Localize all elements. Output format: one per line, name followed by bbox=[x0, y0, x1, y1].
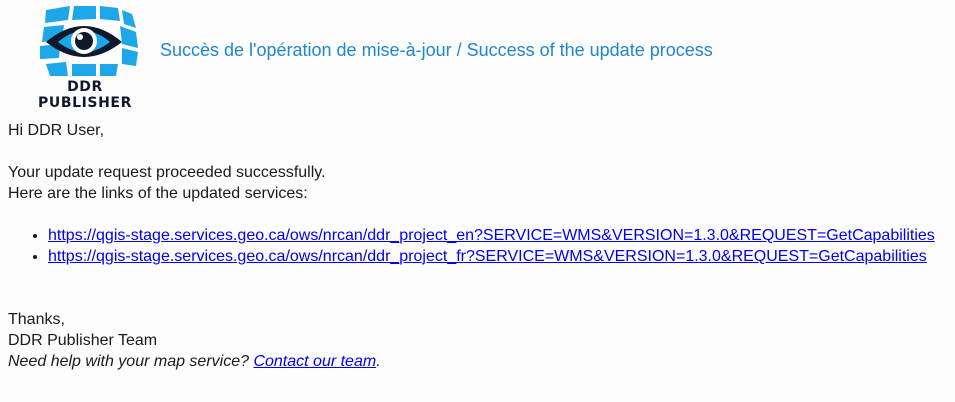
service-link-en[interactable]: https://qgis-stage.services.geo.ca/ows/n… bbox=[48, 227, 935, 244]
contact-team-link[interactable]: Contact our team bbox=[253, 353, 376, 370]
greeting: Hi DDR User, bbox=[8, 122, 105, 139]
help-line: Need help with your map service? Contact… bbox=[8, 351, 935, 372]
success-message: Your update request proceeded successful… bbox=[8, 164, 326, 181]
list-item: https://qgis-stage.services.geo.ca/ows/n… bbox=[48, 225, 935, 246]
links-intro: Here are the links of the updated servic… bbox=[8, 185, 308, 202]
page-title: Succès de l'opération de mise-à-jour / S… bbox=[160, 40, 713, 60]
service-link-fr[interactable]: https://qgis-stage.services.geo.ca/ows/n… bbox=[48, 248, 927, 265]
help-suffix: . bbox=[376, 353, 381, 370]
logo-wordmark: DDR PUBLISHER bbox=[38, 79, 132, 111]
help-prefix: Need help with your map service? bbox=[8, 353, 254, 370]
sign-off: Thanks, bbox=[8, 311, 65, 328]
email-body: Hi DDR User, Your update request proceed… bbox=[8, 120, 935, 372]
team-signature: DDR Publisher Team bbox=[8, 332, 158, 349]
service-links-list: https://qgis-stage.services.geo.ca/ows/n… bbox=[8, 225, 935, 267]
list-item: https://qgis-stage.services.geo.ca/ows/n… bbox=[48, 246, 935, 267]
email-header: DDR PUBLISHER Succès de l'opération de m… bbox=[0, 0, 955, 111]
